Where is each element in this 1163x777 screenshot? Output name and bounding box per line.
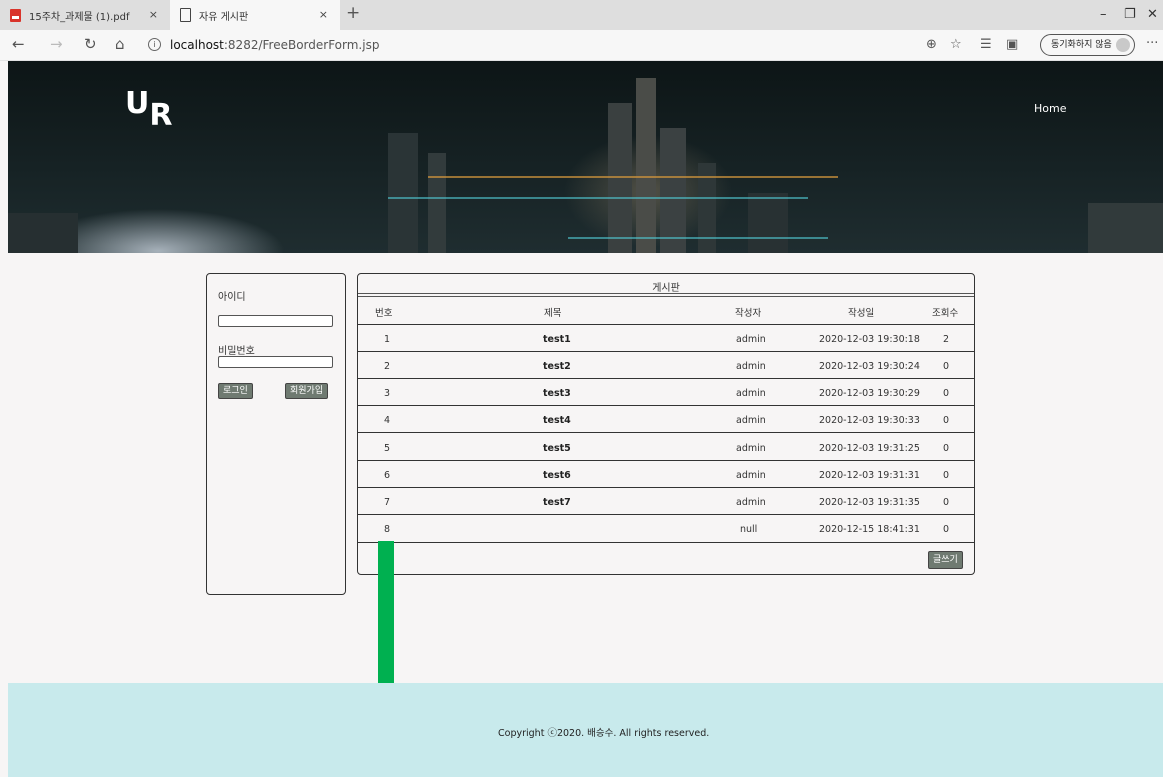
table-row-date: 2020-12-03 19:31:25 bbox=[819, 443, 920, 454]
table-row-no: 1 bbox=[384, 334, 391, 345]
table-row-views: 0 bbox=[943, 524, 950, 535]
table-row-views: 0 bbox=[943, 443, 950, 454]
table-row-no: 5 bbox=[384, 443, 391, 454]
table-row-no: 8 bbox=[384, 524, 391, 535]
home-icon[interactable]: ⌂ bbox=[115, 35, 125, 53]
table-row-date: 2020-12-03 19:31:35 bbox=[819, 497, 920, 508]
table-row-author: admin bbox=[736, 361, 766, 372]
favorite-star-icon[interactable]: ☆ bbox=[950, 37, 962, 52]
pdf-icon bbox=[10, 8, 21, 22]
table-row-title[interactable]: test1 bbox=[543, 334, 571, 345]
col-header-date: 작성일 bbox=[848, 308, 875, 319]
tab-label: 자유 게시판 bbox=[199, 11, 249, 23]
forward-icon[interactable]: → bbox=[50, 35, 63, 53]
table-row-date: 2020-12-03 19:31:31 bbox=[819, 470, 920, 481]
table-row-views: 0 bbox=[943, 497, 950, 508]
write-post-button[interactable]: 글쓰기 bbox=[928, 551, 963, 569]
id-input[interactable] bbox=[218, 315, 333, 327]
table-row-author: admin bbox=[736, 497, 766, 508]
table-row-author: admin bbox=[736, 334, 766, 345]
close-tab-icon[interactable]: × bbox=[149, 8, 158, 21]
tab-label: 15주차_과제물 (1).pdf bbox=[29, 11, 130, 23]
table-row-author: null bbox=[740, 524, 758, 535]
window-close-icon[interactable]: ✕ bbox=[1147, 7, 1158, 22]
avatar bbox=[1116, 38, 1130, 52]
table-row-author: admin bbox=[736, 470, 766, 481]
table-row-no: 4 bbox=[384, 415, 391, 426]
hero-banner bbox=[8, 61, 1163, 253]
favorites-list-icon[interactable]: ☰ bbox=[980, 37, 992, 52]
url-field[interactable]: localhost:8282/FreeBorderForm.jsp bbox=[170, 38, 379, 52]
address-bar: ← → ↻ ⌂ i localhost:8282/FreeBorderForm.… bbox=[0, 30, 1163, 61]
table-row-title[interactable]: test5 bbox=[543, 443, 571, 454]
sync-label: 동기화하지 않음 bbox=[1051, 40, 1112, 50]
login-button[interactable]: 로그인 bbox=[218, 383, 253, 399]
table-row-title[interactable]: test6 bbox=[543, 470, 571, 481]
table-row-views: 0 bbox=[943, 361, 950, 372]
col-header-no: 번호 bbox=[375, 308, 393, 319]
logo-letter-r: R bbox=[149, 98, 173, 133]
document-icon bbox=[180, 8, 191, 22]
nav-home-link[interactable]: Home bbox=[1034, 102, 1066, 115]
table-row-date: 2020-12-03 19:30:29 bbox=[819, 388, 920, 399]
table-row-no: 3 bbox=[384, 388, 391, 399]
zoom-icon[interactable]: ⊕ bbox=[926, 37, 937, 52]
new-tab-icon[interactable]: + bbox=[346, 3, 360, 23]
collections-icon[interactable]: ▣ bbox=[1006, 37, 1018, 52]
col-header-author: 작성자 bbox=[735, 308, 762, 319]
info-icon[interactable]: i bbox=[148, 38, 161, 51]
table-row-no: 7 bbox=[384, 497, 391, 508]
close-tab-icon[interactable]: × bbox=[319, 8, 328, 21]
id-label: 아이디 bbox=[218, 292, 246, 303]
table-row-title[interactable]: test4 bbox=[543, 415, 571, 426]
table-row-date: 2020-12-03 19:30:33 bbox=[819, 415, 920, 426]
tab-pdf[interactable]: 15주차_과제물 (1).pdf × bbox=[0, 0, 170, 30]
table-row-title[interactable]: test3 bbox=[543, 388, 571, 399]
table-row-author: admin bbox=[736, 443, 766, 454]
signup-button[interactable]: 회원가입 bbox=[285, 383, 329, 399]
table-row-no: 6 bbox=[384, 470, 391, 481]
browser-tab-bar: 15주차_과제물 (1).pdf × 자유 게시판 × + – ❐ ✕ bbox=[0, 0, 1163, 30]
col-header-title: 제목 bbox=[544, 308, 562, 319]
table-row-views: 0 bbox=[943, 470, 950, 481]
table-row-views: 0 bbox=[943, 415, 950, 426]
restore-icon[interactable]: ❐ bbox=[1124, 7, 1136, 22]
password-label: 비밀번호 bbox=[218, 346, 255, 357]
table-row-title[interactable]: test7 bbox=[543, 497, 571, 508]
password-input[interactable] bbox=[218, 356, 333, 368]
tab-free-board[interactable]: 자유 게시판 × bbox=[170, 0, 340, 30]
table-row-author: admin bbox=[736, 388, 766, 399]
copyright-text: Copyright ⓒ2020. 배승수. All rights reserve… bbox=[498, 728, 710, 739]
table-row-date: 2020-12-03 19:30:24 bbox=[819, 361, 920, 372]
profile-sync-button[interactable]: 동기화하지 않음 bbox=[1040, 34, 1135, 56]
back-icon[interactable]: ← bbox=[12, 35, 25, 53]
more-options-icon[interactable]: ··· bbox=[1146, 36, 1158, 51]
minimize-icon[interactable]: – bbox=[1100, 7, 1107, 22]
table-row-title[interactable]: test2 bbox=[543, 361, 571, 372]
site-logo[interactable]: UR bbox=[125, 86, 172, 133]
refresh-icon[interactable]: ↻ bbox=[84, 35, 97, 53]
board-title: 게시판 bbox=[652, 283, 680, 294]
table-row-no: 2 bbox=[384, 361, 391, 372]
table-row-author: admin bbox=[736, 415, 766, 426]
table-row-date: 2020-12-03 19:30:18 bbox=[819, 334, 920, 345]
table-row-date: 2020-12-15 18:41:31 bbox=[819, 524, 920, 535]
table-row-views: 2 bbox=[943, 334, 950, 345]
logo-letter-u: U bbox=[125, 86, 150, 121]
col-header-views: 조회수 bbox=[932, 308, 959, 319]
table-row-views: 0 bbox=[943, 388, 950, 399]
